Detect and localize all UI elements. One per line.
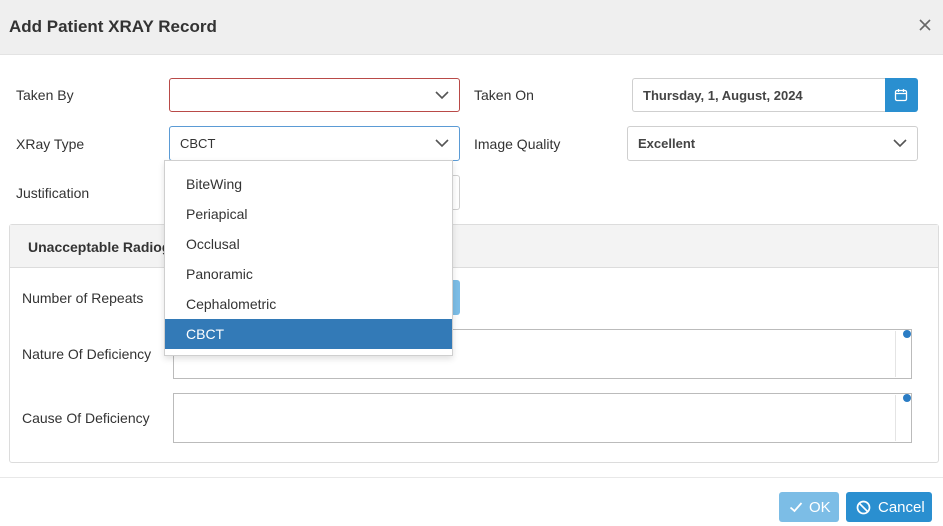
chevron-down-icon — [435, 139, 449, 148]
panel-header: Unacceptable Radiog — [10, 225, 938, 268]
close-icon[interactable] — [917, 17, 933, 33]
dropdown-option[interactable]: Periapical — [165, 199, 452, 229]
xray-type-dropdown-list: BiteWing Periapical Occlusal Panoramic C… — [164, 160, 453, 356]
taken-on-value: Thursday, 1, August, 2024 — [643, 88, 803, 103]
dropdown-option-selected[interactable]: CBCT — [165, 319, 452, 349]
taken-on-label: Taken On — [474, 87, 534, 103]
calendar-icon — [894, 89, 908, 102]
ban-icon — [856, 500, 871, 515]
resize-handle[interactable] — [903, 330, 911, 338]
image-quality-value: Excellent — [638, 136, 696, 151]
resize-handle[interactable] — [903, 394, 911, 402]
xray-type-label: XRay Type — [16, 136, 85, 152]
dropdown-option[interactable]: Cephalometric — [165, 289, 452, 319]
dropdown-option[interactable]: BiteWing — [165, 169, 452, 199]
check-icon — [789, 502, 803, 513]
nature-of-deficiency-label: Nature Of Deficiency — [22, 346, 152, 362]
taken-on-date-input[interactable]: Thursday, 1, August, 2024 — [632, 78, 886, 112]
dialog-title: Add Patient XRAY Record — [9, 17, 217, 36]
image-quality-label: Image Quality — [474, 136, 561, 152]
dropdown-option[interactable]: Panoramic — [165, 259, 452, 289]
footer-divider — [0, 477, 943, 478]
panel-title: Unacceptable Radiog — [28, 239, 171, 255]
textarea-scrollbar — [895, 395, 896, 441]
add-xray-dialog: Add Patient XRAY Record Taken By Taken O… — [0, 0, 943, 526]
cause-of-deficiency-textarea[interactable] — [173, 393, 912, 443]
textarea-scrollbar — [895, 331, 896, 377]
calendar-button[interactable] — [885, 78, 918, 112]
ok-button[interactable]: OK — [779, 492, 839, 522]
justification-label: Justification — [16, 185, 90, 201]
cause-of-deficiency-label: Cause Of Deficiency — [22, 410, 150, 426]
taken-by-select[interactable] — [169, 78, 460, 112]
cancel-label: Cancel — [878, 499, 925, 516]
taken-by-label: Taken By — [16, 87, 74, 103]
ok-label: OK — [809, 499, 831, 516]
dialog-header: Add Patient XRAY Record — [0, 0, 943, 55]
chevron-down-icon — [435, 91, 449, 100]
xray-type-select[interactable]: CBCT — [169, 126, 460, 161]
cancel-button[interactable]: Cancel — [846, 492, 932, 522]
image-quality-select[interactable]: Excellent — [627, 126, 918, 161]
xray-type-value: CBCT — [180, 136, 216, 151]
dropdown-option[interactable]: Occlusal — [165, 229, 452, 259]
number-of-repeats-label: Number of Repeats — [22, 290, 144, 306]
chevron-down-icon — [893, 139, 907, 148]
